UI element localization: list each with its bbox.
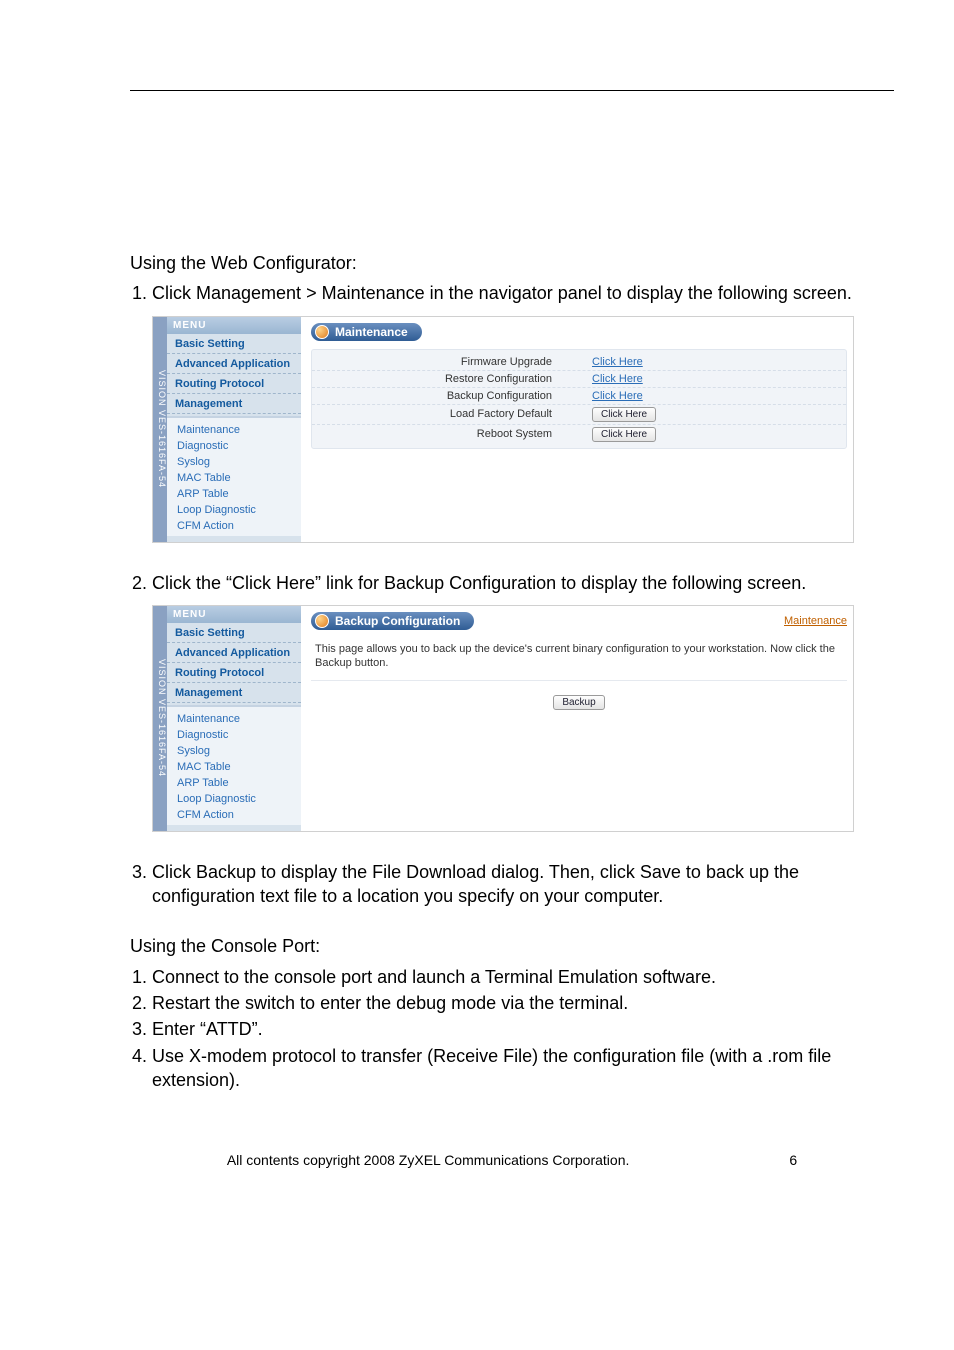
row-restore-link[interactable]: Click Here <box>592 373 643 385</box>
page-title-text-2: Backup Configuration <box>335 614 460 628</box>
step-console-4: Use X-modem protocol to transfer (Receiv… <box>152 1044 894 1093</box>
row-reboot-button[interactable]: Click Here <box>592 427 656 442</box>
row-backup-link[interactable]: Click Here <box>592 390 643 402</box>
submenu2-maintenance[interactable]: Maintenance <box>173 711 301 727</box>
footer-copyright: All contents copyright 2008 ZyXEL Commun… <box>227 1152 630 1168</box>
submenu2-diagnostic[interactable]: Diagnostic <box>173 727 301 743</box>
submenu2-cfm-action[interactable]: CFM Action <box>173 807 301 823</box>
backup-description: This page allows you to back up the devi… <box>311 638 847 682</box>
footer-page-number: 6 <box>789 1152 797 1168</box>
submenu: Maintenance Diagnostic Syslog MAC Table … <box>167 416 301 536</box>
submenu2-arp-table[interactable]: ARP Table <box>173 775 301 791</box>
sidebar: MENU Basic Setting Advanced Application … <box>167 317 301 542</box>
row-factory-label: Load Factory Default <box>312 408 592 420</box>
row-firmware-label: Firmware Upgrade <box>312 356 592 368</box>
row-reboot-label: Reboot System <box>312 428 592 440</box>
menu-header-2: MENU <box>167 606 301 623</box>
row-backup-label: Backup Configuration <box>312 390 592 402</box>
step-console-2: Restart the switch to enter the debug mo… <box>152 991 894 1015</box>
menu-header: MENU <box>167 317 301 334</box>
title-right-link[interactable]: Maintenance <box>784 615 847 627</box>
intro-console: Using the Console Port: <box>130 934 894 958</box>
sidebar-item-routing[interactable]: Routing Protocol <box>167 374 301 394</box>
dot-icon <box>315 325 329 339</box>
sidebar2-item-routing[interactable]: Routing Protocol <box>167 663 301 683</box>
steps-console: Connect to the console port and launch a… <box>130 965 894 1092</box>
row-factory-button[interactable]: Click Here <box>592 407 656 422</box>
submenu2-mac-table[interactable]: MAC Table <box>173 759 301 775</box>
sidebar-2: MENU Basic Setting Advanced Application … <box>167 606 301 831</box>
backup-button[interactable]: Backup <box>553 695 604 710</box>
step-console-3: Enter “ATTD”. <box>152 1017 894 1041</box>
model-strip-2: VISION VES-1616FA-54 <box>153 606 167 831</box>
page-title-pill: Maintenance <box>311 323 422 341</box>
dot-icon-2 <box>315 614 329 628</box>
submenu-maintenance[interactable]: Maintenance <box>173 422 301 438</box>
steps-web: Click Management > Maintenance in the na… <box>130 281 894 305</box>
steps-web-3: Click Backup to display the File Downloa… <box>130 860 894 909</box>
sidebar2-item-advanced[interactable]: Advanced Application <box>167 643 301 663</box>
step-web-1: Click Management > Maintenance in the na… <box>152 281 894 305</box>
content-area: Maintenance Firmware Upgrade Click Here … <box>301 317 853 542</box>
top-rule <box>130 90 894 91</box>
footer: All contents copyright 2008 ZyXEL Commun… <box>130 1152 894 1168</box>
page-title-text: Maintenance <box>335 325 408 339</box>
sidebar-item-advanced[interactable]: Advanced Application <box>167 354 301 374</box>
sidebar2-item-basic[interactable]: Basic Setting <box>167 623 301 643</box>
submenu-2: Maintenance Diagnostic Syslog MAC Table … <box>167 705 301 825</box>
submenu-loop-diagnostic[interactable]: Loop Diagnostic <box>173 502 301 518</box>
model-strip: VISION VES-1616FA-54 <box>153 317 167 542</box>
submenu-mac-table[interactable]: MAC Table <box>173 470 301 486</box>
screenshot-maintenance: VISION VES-1616FA-54 MENU Basic Setting … <box>152 316 854 543</box>
row-restore-label: Restore Configuration <box>312 373 592 385</box>
step-console-1: Connect to the console port and launch a… <box>152 965 894 989</box>
screenshot-backup: VISION VES-1616FA-54 MENU Basic Setting … <box>152 605 854 832</box>
intro-web: Using the Web Configurator: <box>130 251 894 275</box>
submenu2-syslog[interactable]: Syslog <box>173 743 301 759</box>
step-web-3: Click Backup to display the File Downloa… <box>152 860 894 909</box>
step-web-2: Click the “Click Here” link for Backup C… <box>152 571 894 595</box>
sidebar-item-management[interactable]: Management <box>167 394 301 414</box>
submenu-diagnostic[interactable]: Diagnostic <box>173 438 301 454</box>
row-firmware-link[interactable]: Click Here <box>592 356 643 368</box>
submenu-cfm-action[interactable]: CFM Action <box>173 518 301 534</box>
sidebar2-item-management[interactable]: Management <box>167 683 301 703</box>
page-title-pill-2: Backup Configuration <box>311 612 474 630</box>
sidebar-item-basic[interactable]: Basic Setting <box>167 334 301 354</box>
steps-web-2: Click the “Click Here” link for Backup C… <box>130 571 894 595</box>
maintenance-panel: Firmware Upgrade Click Here Restore Conf… <box>311 349 847 449</box>
content-area-2: Backup Configuration Maintenance This pa… <box>301 606 853 831</box>
submenu-syslog[interactable]: Syslog <box>173 454 301 470</box>
submenu2-loop-diagnostic[interactable]: Loop Diagnostic <box>173 791 301 807</box>
submenu-arp-table[interactable]: ARP Table <box>173 486 301 502</box>
